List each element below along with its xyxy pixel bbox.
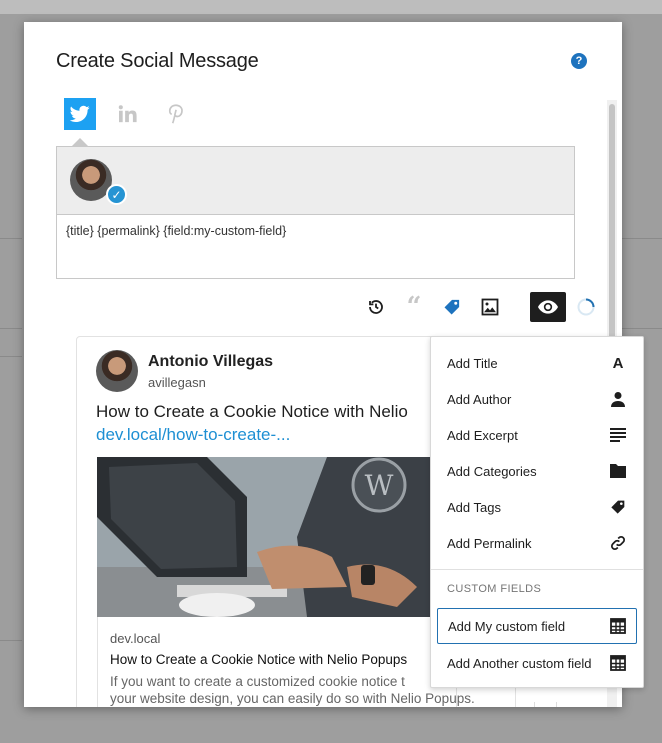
background-top-bar: [0, 0, 662, 14]
preview-link-description: your website design, you can easily do s…: [110, 691, 475, 706]
preview-button[interactable]: [530, 292, 566, 322]
tag-icon: [444, 299, 460, 315]
menu-item-add-my-custom-field[interactable]: Add My custom field: [437, 608, 637, 644]
menu-divider: [431, 569, 643, 570]
active-tab-pointer: [72, 138, 88, 146]
message-editor[interactable]: ✓ {title} {permalink} {field:my-custom-f…: [56, 146, 575, 279]
quote-button[interactable]: “: [398, 292, 430, 322]
menu-item-add-tags[interactable]: Add Tags: [431, 489, 643, 525]
preview-featured-image: W: [97, 457, 457, 617]
preview-divider: [534, 702, 535, 707]
menu-item-add-author[interactable]: Add Author: [431, 381, 643, 417]
linkedin-icon: [118, 105, 137, 123]
spinner-icon: [577, 298, 595, 316]
image-icon: [481, 298, 499, 316]
folder-icon: [609, 462, 627, 480]
preview-author-name: Antonio Villegas: [148, 353, 274, 370]
scrollbar-thumb[interactable]: [609, 104, 615, 364]
table-icon: [609, 617, 627, 635]
message-text[interactable]: {title} {permalink} {field:my-custom-fie…: [66, 224, 286, 238]
twitter-icon: [70, 105, 90, 122]
preview-author-handle: avillegasn: [148, 375, 206, 390]
background-divider: [622, 328, 662, 329]
tag-icon: [609, 498, 627, 516]
custom-fields-heading: CUSTOM FIELDS: [447, 583, 542, 595]
tab-pinterest[interactable]: [160, 98, 192, 130]
profile-selector[interactable]: ✓: [57, 147, 574, 215]
history-icon: [369, 300, 383, 314]
background-divider: [0, 328, 22, 329]
link-icon: [609, 534, 627, 552]
image-button[interactable]: [474, 292, 506, 322]
title-icon: A: [612, 354, 624, 372]
menu-item-add-categories[interactable]: Add Categories: [431, 453, 643, 489]
loading-indicator: [570, 292, 602, 322]
quote-icon: “: [406, 292, 422, 322]
tab-linkedin[interactable]: [112, 98, 144, 130]
background-divider: [0, 640, 22, 641]
preview-link-description: If you want to create a customized cooki…: [110, 674, 405, 689]
menu-item-add-permalink[interactable]: Add Permalink: [431, 525, 643, 561]
menu-item-add-another-custom-field[interactable]: Add Another custom field: [431, 645, 643, 681]
preview-avatar: [96, 350, 138, 392]
tags-button[interactable]: [436, 292, 468, 322]
modal-title: Create Social Message: [56, 50, 259, 72]
table-icon: [609, 654, 627, 672]
preview-link-domain: dev.local: [110, 631, 161, 646]
preview-divider: [556, 702, 557, 707]
background-divider: [0, 356, 22, 357]
background-divider: [0, 238, 22, 239]
svg-text:W: W: [365, 469, 394, 502]
preview-message-link[interactable]: dev.local/how-to-create-...: [96, 425, 290, 445]
author-icon: [609, 390, 627, 408]
check-icon: ✓: [106, 184, 127, 205]
featured-image-illustration: W: [97, 457, 457, 617]
menu-item-add-title[interactable]: Add Title A: [431, 345, 643, 381]
tab-twitter[interactable]: [64, 98, 96, 130]
history-button[interactable]: [360, 292, 392, 322]
excerpt-icon: [609, 426, 627, 444]
preview-link-title: How to Create a Cookie Notice with Nelio…: [110, 652, 408, 667]
eye-icon: [538, 300, 558, 314]
menu-item-add-excerpt[interactable]: Add Excerpt: [431, 417, 643, 453]
question-circle-icon[interactable]: ?: [571, 53, 587, 69]
background-divider: [622, 238, 662, 239]
preview-message-text: How to Create a Cookie Notice with Nelio: [96, 402, 408, 421]
pinterest-icon: [168, 104, 183, 124]
insert-field-dropdown: Add Title A Add Author Add Excerpt Add C…: [430, 336, 644, 688]
